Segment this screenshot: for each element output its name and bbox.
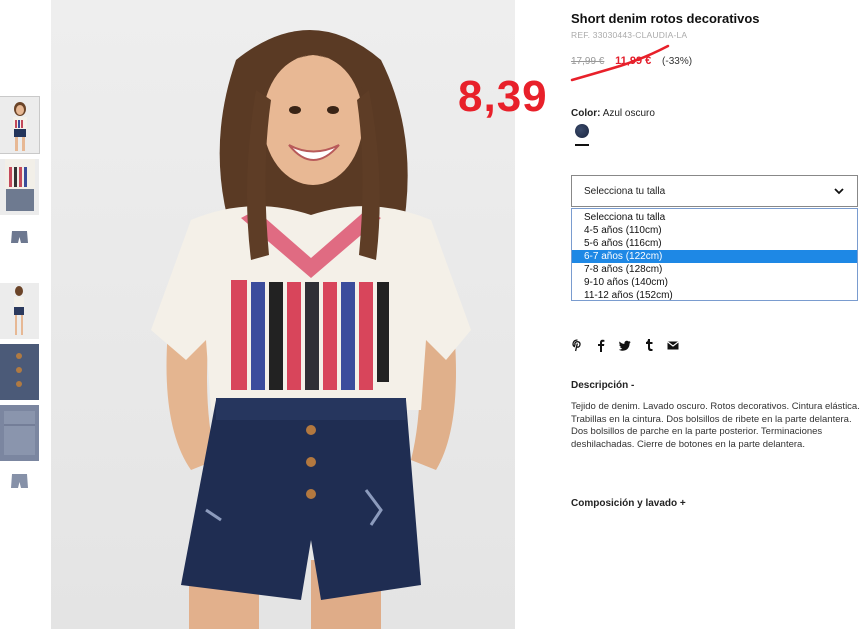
thumbnail-back-detail	[0, 405, 39, 461]
size-option[interactable]: Selecciona tu talla	[572, 211, 857, 224]
thumbnail-girl-front	[0, 97, 39, 153]
size-option[interactable]: 11-12 años (152cm)	[572, 289, 857, 302]
price-row: 17,99 € 11,99 € (-33%)	[571, 55, 692, 67]
thumbnail-6[interactable]	[0, 405, 39, 461]
product-title: Short denim rotos decorativos	[571, 11, 760, 26]
thumbnail-2[interactable]	[0, 159, 39, 215]
chevron-down-icon	[834, 188, 844, 195]
thumbnail-7[interactable]	[0, 466, 39, 522]
share-icons	[571, 338, 679, 352]
thumbnail-5[interactable]	[0, 344, 39, 400]
thumbnail-shorts-small	[0, 466, 39, 522]
size-dropdown-list: Selecciona tu talla 4-5 años (110cm) 5-6…	[571, 208, 858, 301]
size-option-highlighted[interactable]: 6-7 años (122cm)	[572, 250, 857, 263]
color-label-key: Color:	[571, 108, 601, 119]
facebook-icon[interactable]	[595, 338, 607, 352]
description-text: Tejido de denim. Lavado oscuro. Rotos de…	[571, 401, 860, 450]
thumbnail-3[interactable]	[0, 221, 39, 277]
sale-price: 11,99 €	[615, 55, 652, 67]
product-main-image	[51, 0, 515, 629]
selected-swatch-indicator	[575, 144, 589, 146]
thumbnail-strip	[0, 0, 40, 629]
discount-badge: (-33%)	[662, 56, 693, 67]
thumbnail-shorts-flat	[0, 221, 39, 277]
composition-toggle[interactable]: Composición y lavado +	[571, 498, 686, 509]
color-label: Color: Azul oscuro	[571, 108, 655, 119]
size-select[interactable]: Selecciona tu talla	[571, 175, 858, 207]
size-option[interactable]: 4-5 años (110cm)	[572, 224, 857, 237]
model-photo	[51, 0, 515, 629]
color-swatch-azul-oscuro[interactable]	[575, 124, 589, 138]
color-label-value: Azul oscuro	[602, 108, 655, 119]
size-select-value: Selecciona tu talla	[584, 185, 666, 197]
thumbnail-girl-side	[0, 283, 39, 339]
description-toggle[interactable]: Descripción -	[571, 380, 634, 391]
product-reference: REF. 33030443-CLAUDIA-LA	[571, 30, 688, 40]
size-option[interactable]: 7-8 años (128cm)	[572, 263, 857, 276]
tumblr-icon[interactable]	[643, 338, 655, 352]
size-option[interactable]: 9-10 años (140cm)	[572, 276, 857, 289]
thumbnail-4[interactable]	[0, 283, 39, 339]
annotation-new-price: 8,39	[458, 72, 548, 121]
email-icon[interactable]	[667, 338, 679, 352]
thumbnail-shirt-closeup	[0, 159, 39, 215]
size-option[interactable]: 5-6 años (116cm)	[572, 237, 857, 250]
twitter-icon[interactable]	[619, 338, 631, 352]
pinterest-icon[interactable]	[571, 338, 583, 352]
thumbnail-buttons-detail	[0, 344, 39, 400]
old-price: 17,99 €	[571, 56, 605, 67]
thumbnail-1[interactable]	[0, 96, 40, 154]
